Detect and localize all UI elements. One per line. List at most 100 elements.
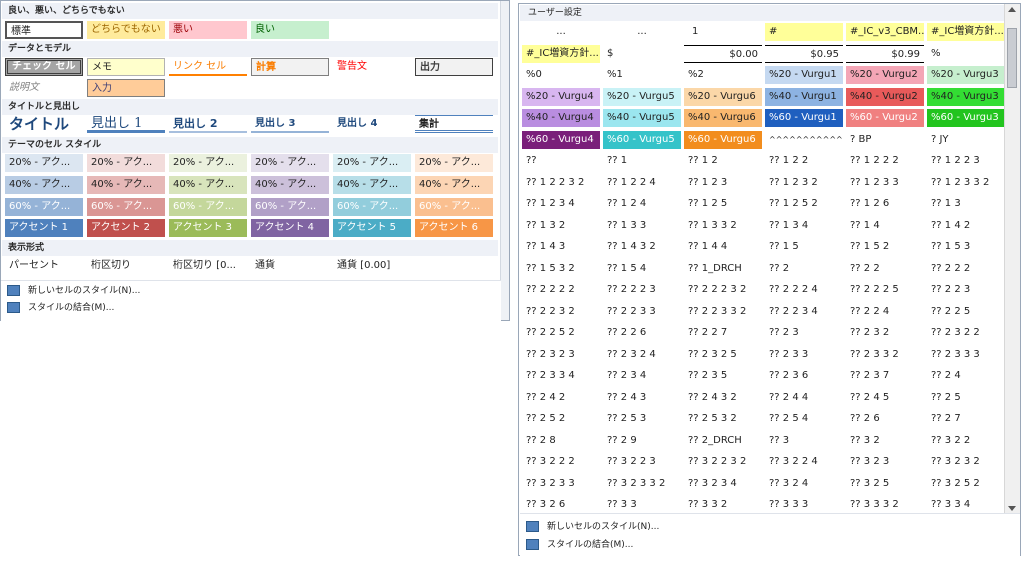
custom-style-cell[interactable]: %2	[684, 66, 762, 84]
custom-style-cell[interactable]: ?? 1 5	[765, 238, 843, 256]
style-warning-text[interactable]: 警告文	[333, 58, 411, 76]
custom-style-cell[interactable]: ?? 3 2	[846, 432, 924, 450]
custom-style-cell[interactable]: ?? 2 2 4	[846, 303, 924, 321]
theme-style-3-4[interactable]: 60% - アク...	[251, 198, 329, 216]
theme-style-2-5[interactable]: 40% - アク...	[333, 176, 411, 194]
custom-style-cell[interactable]: ^^^^^^^^^^^^^^^^^	[765, 131, 843, 149]
custom-style-cell[interactable]: ?? 3 2 3	[846, 453, 924, 471]
custom-style-cell[interactable]: ??	[522, 152, 600, 170]
custom-style-cell[interactable]: ?? 2 5 3	[603, 410, 681, 428]
custom-style-cell[interactable]: ?? 2 9	[603, 432, 681, 450]
custom-style-cell[interactable]: %40 - Vurgu3	[927, 88, 1005, 106]
custom-style-cell[interactable]: ?? 1_DRCH	[684, 260, 762, 278]
theme-style-1-5[interactable]: 20% - アク...	[333, 154, 411, 172]
style-heading-1[interactable]: 見出し 1	[87, 115, 165, 133]
custom-style-cell[interactable]: ?? 2 8	[522, 432, 600, 450]
custom-style-cell[interactable]: %60 - Vurgu5	[603, 131, 681, 149]
custom-style-cell[interactable]: ?? 1 4 3 2	[603, 238, 681, 256]
custom-style-cell[interactable]: #_IC_v3_CBM...	[846, 23, 924, 41]
scroll-down-icon[interactable]	[1008, 506, 1016, 511]
custom-style-cell[interactable]: ?? 1 2 3 4	[522, 195, 600, 213]
new-cell-style-link-2[interactable]: 新しいセルのスタイル(N)...	[526, 518, 659, 536]
custom-style-cell[interactable]: ...	[522, 23, 600, 41]
custom-style-cell[interactable]: %60 - Vurgu6	[684, 131, 762, 149]
custom-style-cell[interactable]: #_IC増資方針...	[927, 23, 1005, 41]
custom-style-cell[interactable]: %60 - Vurgu1	[765, 109, 843, 127]
theme-style-1-2[interactable]: 20% - アク...	[87, 154, 165, 172]
custom-style-cell[interactable]: ?? 1 2 5	[684, 195, 762, 213]
custom-style-cell[interactable]: ?? 2 4 4	[765, 389, 843, 407]
custom-style-cell[interactable]: ?? 3 2 2 4	[765, 453, 843, 471]
style-linked-cell[interactable]: リンク セル	[169, 58, 247, 76]
custom-style-cell[interactable]: ?? 1 2 3 3	[846, 174, 924, 192]
custom-style-cell[interactable]: %60 - Vurgu2	[846, 109, 924, 127]
custom-style-cell[interactable]: ?? 1 3 3 2	[684, 217, 762, 235]
custom-style-cell[interactable]: ?? 2 3	[765, 324, 843, 342]
custom-style-cell[interactable]: ?? 1 2 4	[603, 195, 681, 213]
custom-style-cell[interactable]: 1	[684, 23, 762, 41]
custom-style-cell[interactable]: %40 - Vurgu1	[765, 88, 843, 106]
custom-style-cell[interactable]: ?? 2 2 3 3	[603, 303, 681, 321]
custom-style-cell[interactable]: ?? 2 3 2 4	[603, 346, 681, 364]
custom-style-cell[interactable]: ?? 2 6	[846, 410, 924, 428]
custom-style-cell[interactable]: ?? 3 3 3 2	[846, 496, 924, 514]
custom-style-cell[interactable]: ?? 2 3 6	[765, 367, 843, 385]
custom-style-cell[interactable]: %	[927, 45, 1005, 63]
custom-style-cell[interactable]: %20 - Vurgu1	[765, 66, 843, 84]
custom-style-cell[interactable]: %60 - Vurgu3	[927, 109, 1005, 127]
custom-style-cell[interactable]: ?? 2 2 7	[684, 324, 762, 342]
custom-style-cell[interactable]: ?? 1 5 2	[846, 238, 924, 256]
custom-style-cell[interactable]: ? BP	[846, 131, 924, 149]
custom-style-cell[interactable]: %60 - Vurgu4	[522, 131, 600, 149]
custom-style-cell[interactable]: ?? 3 2 3 3	[522, 475, 600, 493]
custom-style-cell[interactable]: ?? 1 2 2 2	[846, 152, 924, 170]
custom-style-cell[interactable]: ?? 2 5 4	[765, 410, 843, 428]
theme-style-2-3[interactable]: 40% - アク...	[169, 176, 247, 194]
custom-style-cell[interactable]: ?? 1 5 4	[603, 260, 681, 278]
custom-style-cell[interactable]: ?? 1 2	[684, 152, 762, 170]
style-heading-3[interactable]: 見出し 3	[251, 115, 329, 133]
custom-style-cell[interactable]: ?? 3 2 2 3	[603, 453, 681, 471]
custom-style-cell[interactable]: ?? 2 2	[846, 260, 924, 278]
style-heading-2[interactable]: 見出し 2	[169, 115, 247, 133]
custom-style-cell[interactable]: ?? 1 3 4	[765, 217, 843, 235]
custom-style-cell[interactable]: ?? 1 5 3 2	[522, 260, 600, 278]
style-input[interactable]: 入力	[87, 79, 165, 97]
custom-style-cell[interactable]: $	[603, 45, 681, 63]
custom-style-cell[interactable]: ?? 2 2 5	[927, 303, 1005, 321]
style-explanatory[interactable]: 説明文	[5, 79, 83, 97]
theme-style-4-5[interactable]: アクセント 5	[333, 219, 411, 237]
custom-style-cell[interactable]: ?? 2 2 3 3 2	[684, 303, 762, 321]
custom-style-cell[interactable]: ?? 2 2 2	[927, 260, 1005, 278]
custom-style-cell[interactable]: ?? 3 2 5	[846, 475, 924, 493]
merge-styles-link[interactable]: スタイルの結合(M)...	[7, 299, 114, 317]
custom-style-cell[interactable]: $0.95	[765, 45, 843, 63]
custom-style-cell[interactable]: ?? 2 2 3 2	[522, 303, 600, 321]
custom-style-cell[interactable]: #_IC増資方針...	[522, 45, 600, 63]
custom-style-cell[interactable]: ?? 3 3 4	[927, 496, 1005, 514]
theme-style-3-5[interactable]: 60% - アク...	[333, 198, 411, 216]
custom-style-cell[interactable]: ?? 1	[603, 152, 681, 170]
custom-style-cell[interactable]: ?? 2 2 3 4	[765, 303, 843, 321]
custom-style-cell[interactable]: %20 - Vurgu3	[927, 66, 1005, 84]
custom-style-cell[interactable]: ?? 3 2 2 2	[522, 453, 600, 471]
custom-style-cell[interactable]: ?? 3	[765, 432, 843, 450]
style-title[interactable]: タイトル	[5, 115, 83, 133]
custom-style-cell[interactable]: ?? 3 3	[603, 496, 681, 514]
custom-style-cell[interactable]: ?? 1 2 2 4	[603, 174, 681, 192]
custom-style-cell[interactable]: ?? 3 2 3 4	[684, 475, 762, 493]
custom-style-cell[interactable]: ?? 3 2 3 2	[927, 453, 1005, 471]
custom-style-cell[interactable]: ?? 1 2 3	[684, 174, 762, 192]
custom-style-cell[interactable]: ?? 2 3 5	[684, 367, 762, 385]
new-cell-style-link[interactable]: 新しいセルのスタイル(N)...	[7, 282, 140, 300]
style-comma[interactable]: 桁区切り	[87, 257, 165, 275]
custom-style-cell[interactable]: ?? 1 2 2 3	[927, 152, 1005, 170]
custom-style-cell[interactable]: ?? 2 3 3 4	[522, 367, 600, 385]
custom-style-cell[interactable]: %20 - Vurgu6	[684, 88, 762, 106]
custom-style-cell[interactable]: ?? 2 4 3	[603, 389, 681, 407]
custom-style-cell[interactable]: ?? 1 2 2	[765, 152, 843, 170]
custom-style-cell[interactable]: ?? 1 5 3	[927, 238, 1005, 256]
theme-style-3-1[interactable]: 60% - アク...	[5, 198, 83, 216]
custom-style-cell[interactable]: ?? 1 3 2	[522, 217, 600, 235]
custom-style-cell[interactable]: %40 - Vurgu6	[684, 109, 762, 127]
